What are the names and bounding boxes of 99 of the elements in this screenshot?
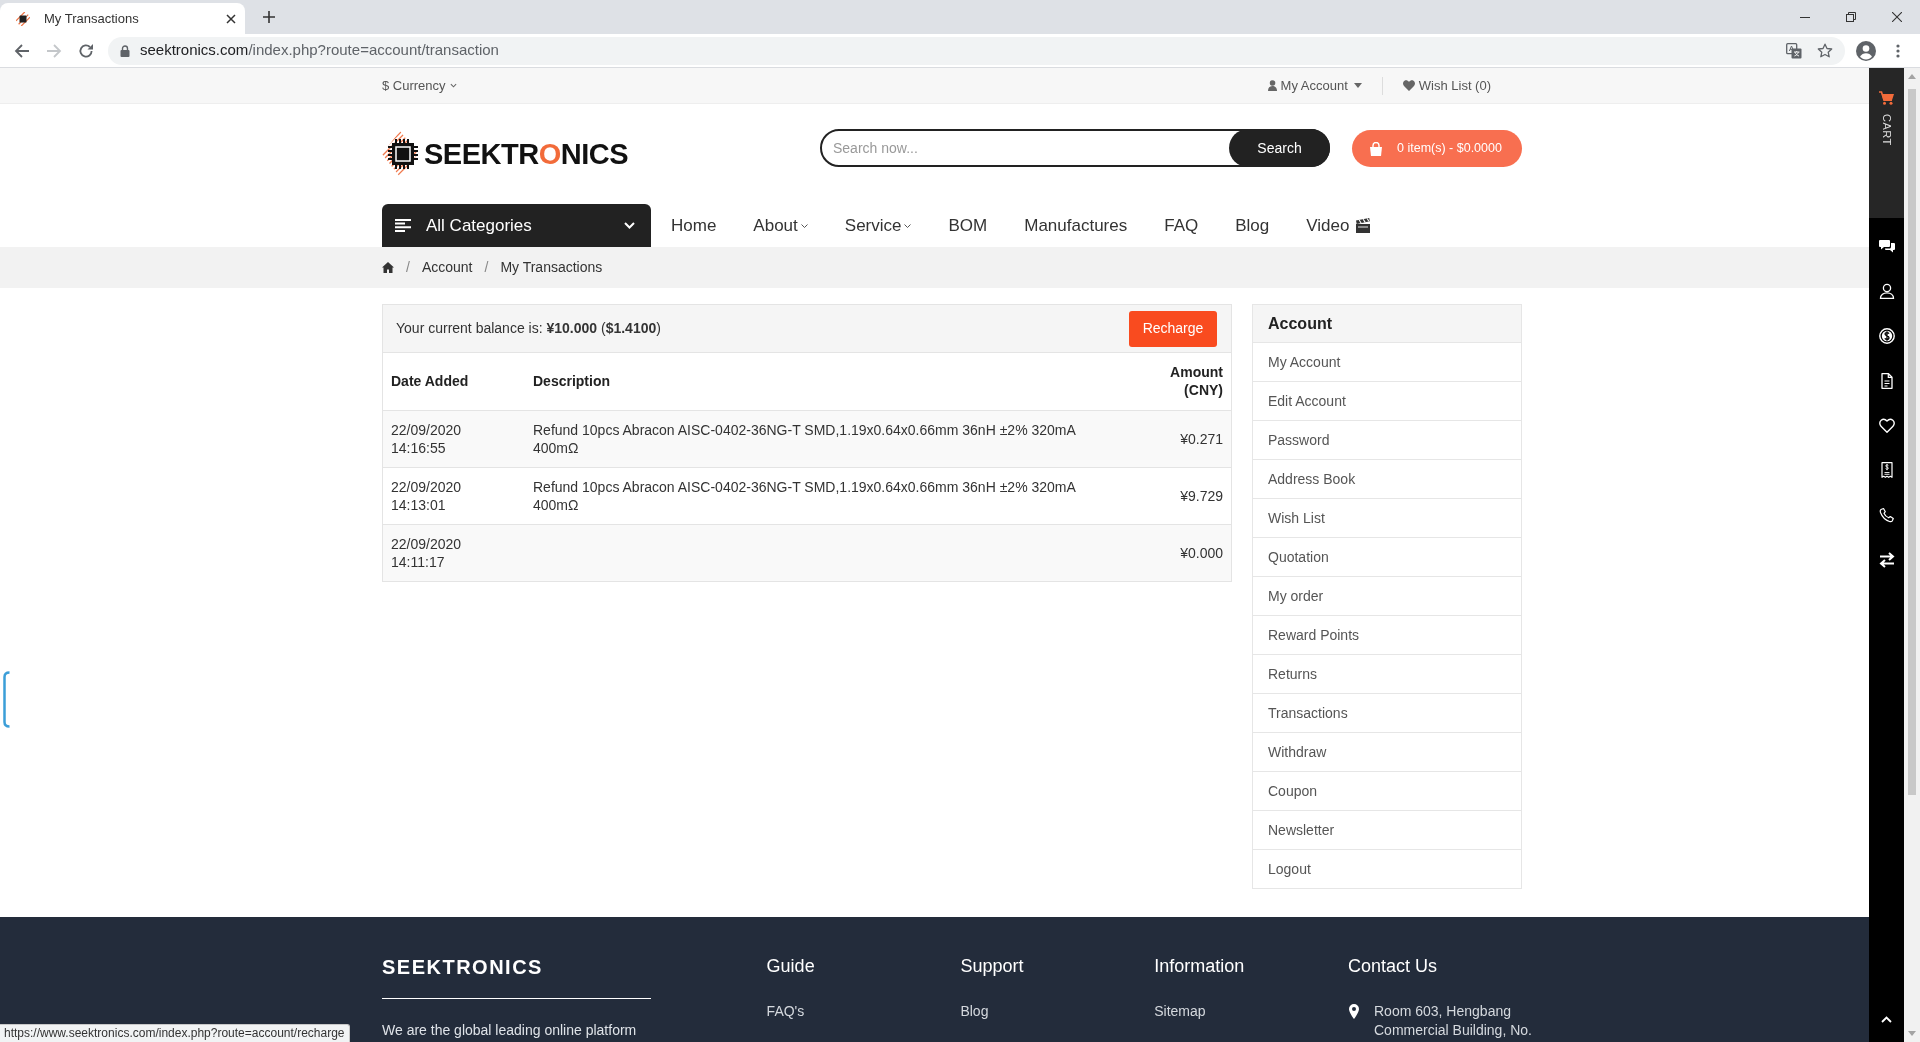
receipt-icon[interactable] [1878, 462, 1895, 478]
sidebar-link[interactable]: Address Book [1253, 459, 1521, 498]
nav-link[interactable]: About [753, 212, 808, 239]
bracket-icon[interactable] [3, 671, 10, 728]
scrollbar-thumb[interactable] [1908, 89, 1916, 795]
heart-icon [1402, 80, 1415, 91]
restore-icon[interactable] [1846, 12, 1856, 22]
categories-menu[interactable]: All Categories [382, 204, 651, 247]
footer-heading: Guide [766, 955, 815, 978]
sidebar-link[interactable]: Withdraw [1253, 732, 1521, 771]
document-icon[interactable] [1878, 373, 1895, 389]
status-url-text: https://www.seektronics.com/index.php?route=account/recharge [0, 1024, 350, 1042]
address-text: Room 603, Hengbang Commercial Building, No. [1374, 1002, 1533, 1040]
nav-link[interactable]: Home [671, 212, 717, 239]
description-cell: Refund 10pcs Abracon AISC-0402-36NG-T SMD,1.19x0.64x0.66mm 36nH ±2% 320mA 400mΩ [525, 467, 1131, 524]
date-cell: 22/09/2020 14:11:17 [383, 524, 525, 581]
nav-link[interactable]: FAQ [1164, 212, 1199, 239]
clapperboard-icon [1355, 218, 1372, 233]
date-cell: 22/09/2020 14:13:01 [383, 467, 525, 524]
nav-link[interactable]: Manufactures [1024, 212, 1128, 239]
search-input[interactable]: Search now... [822, 131, 1229, 165]
user-icon[interactable] [1878, 283, 1895, 299]
footer-heading: Information [1154, 955, 1245, 978]
breadcrumb-separator: / [406, 258, 410, 277]
amount-cell: ¥9.729 [1131, 467, 1231, 524]
heart-icon[interactable] [1878, 418, 1895, 433]
chevron-up-icon[interactable] [1881, 1016, 1892, 1023]
breadcrumb-separator: / [484, 258, 489, 277]
address-bar[interactable]: seektronics.com/index.php?route=account/transaction [108, 36, 1845, 65]
sidebar-link[interactable]: Wish List [1253, 498, 1521, 537]
amount-cell: ¥0.271 [1131, 410, 1231, 467]
phone-icon[interactable] [1878, 507, 1895, 523]
chevron-down-icon [624, 222, 635, 229]
sidebar-link[interactable]: Edit Account [1253, 381, 1521, 420]
chevron-down-icon [800, 223, 808, 228]
footer-heading: Support [960, 955, 1024, 978]
translate-icon[interactable] [1786, 42, 1802, 59]
dollar-icon[interactable] [1878, 328, 1895, 344]
breadcrumb-link[interactable]: Account [421, 257, 473, 278]
profile-icon[interactable] [1856, 40, 1876, 61]
footer-link[interactable]: Sitemap [1154, 1002, 1206, 1021]
breadcrumb-link[interactable]: My Transactions [500, 257, 603, 278]
cart-tab[interactable]: CART [1869, 68, 1904, 218]
lock-icon [120, 44, 130, 57]
sidebar-link[interactable]: Quotation [1253, 537, 1521, 576]
logo-text: SEEKTRONICS [424, 139, 628, 169]
nav-link[interactable]: Video [1306, 212, 1372, 239]
currency-dropdown[interactable]: $ Currency [382, 75, 457, 96]
more-icon[interactable] [1896, 43, 1900, 58]
list-icon [395, 219, 411, 232]
url-text[interactable]: seektronics.com/index.php?route=account/transaction [140, 39, 499, 62]
column-header: Date Added [383, 353, 525, 410]
account-dropdown[interactable]: My Account [1267, 75, 1362, 96]
minimize-icon[interactable] [1800, 16, 1810, 18]
footer-about-text: We are the global leading online platform [382, 1021, 637, 1039]
sidebar-link[interactable]: Password [1253, 420, 1521, 459]
home-icon[interactable] [382, 262, 394, 273]
column-header: Amount (CNY) [1131, 353, 1231, 410]
sidebar-link[interactable]: Reward Points [1253, 615, 1521, 654]
description-cell: Refund 10pcs Abracon AISC-0402-36NG-T SMD,1.19x0.64x0.66mm 36nH ±2% 320mA 400mΩ [525, 410, 1131, 467]
browser-tab[interactable]: My Transactions [0, 3, 245, 34]
close-icon[interactable] [1892, 12, 1902, 22]
sidebar-link[interactable]: Returns [1253, 654, 1521, 693]
sidebar-link[interactable]: My order [1253, 576, 1521, 615]
nav-link[interactable]: Service [844, 212, 912, 239]
bag-icon [1369, 141, 1383, 156]
nav-link[interactable]: Blog [1235, 212, 1270, 239]
column-header: Description [525, 353, 1131, 410]
chevron-down-icon [449, 83, 457, 88]
footer-heading: Contact Us [1348, 955, 1438, 978]
search-button[interactable]: Search [1229, 129, 1330, 167]
back-arrow-icon[interactable] [14, 42, 30, 59]
footer-link[interactable]: FAQ's [766, 1002, 805, 1021]
chip-icon [16, 11, 30, 26]
sidebar-link[interactable]: Transactions [1253, 693, 1521, 732]
reload-icon[interactable] [78, 42, 94, 59]
balance-text: Your current balance is: ¥10.000 ($1.4100) [396, 319, 661, 338]
cart-icon [1879, 91, 1894, 105]
search-bar[interactable]: Search now... Search [820, 129, 1330, 167]
nav-link[interactable]: BOM [948, 212, 988, 239]
caret-icon [1353, 83, 1362, 88]
wish-list-link[interactable]: Wish List (0) [1402, 75, 1491, 96]
amount-cell: ¥0.000 [1131, 524, 1231, 581]
close-icon[interactable] [226, 13, 236, 24]
swap-arrows-icon[interactable] [1878, 552, 1895, 568]
sidebar-link[interactable]: Newsletter [1253, 810, 1521, 849]
sidebar-link[interactable]: Logout [1253, 849, 1521, 888]
sidebar-link[interactable]: Coupon [1253, 771, 1521, 810]
sidebar-title: Account [1253, 305, 1521, 342]
user-icon [1267, 80, 1277, 91]
sidebar-link[interactable]: My Account [1253, 342, 1521, 381]
date-cell: 22/09/2020 14:16:55 [383, 410, 525, 467]
chevron-down-icon [904, 223, 912, 228]
chat-icon[interactable] [1878, 239, 1895, 254]
map-pin-icon [1349, 1004, 1359, 1019]
footer-link[interactable]: Blog [960, 1002, 989, 1021]
new-tab-icon[interactable] [263, 11, 275, 23]
footer-logo-text: SEEKTRONICS [382, 955, 543, 980]
bookmark-star-icon[interactable] [1817, 42, 1833, 59]
